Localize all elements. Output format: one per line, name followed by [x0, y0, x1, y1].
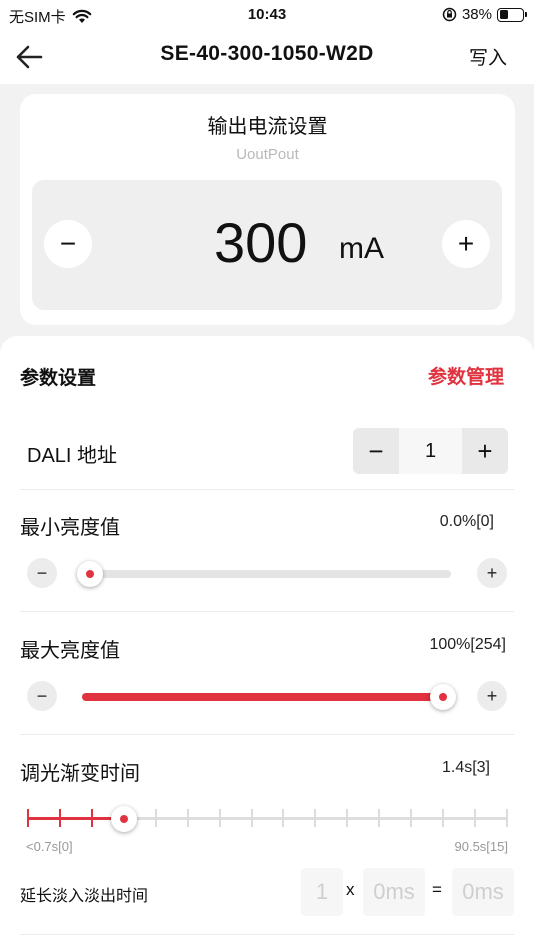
dim-fade-tick [506, 809, 508, 827]
max-brightness-slider[interactable] [82, 693, 451, 701]
dim-fade-max-label: 90.5s[15] [454, 839, 509, 854]
dim-fade-tick [314, 809, 317, 827]
battery-fill [499, 10, 508, 19]
max-brightness-value: 100%[254] [429, 636, 506, 653]
dim-fade-tick [58, 809, 61, 827]
params-sheet: 参数设置 参数管理 DALI 地址 − 1 + 最小亮度值 0.0%[0] − … [0, 336, 534, 950]
extended-fade-times: x [346, 880, 355, 899]
battery-icon [497, 7, 527, 22]
dim-fade-handle[interactable] [110, 806, 137, 832]
extended-fade-result: 0ms [452, 868, 514, 916]
dim-fade-tick [474, 809, 477, 827]
output-current-subtitle: UoutPout [236, 146, 299, 163]
dim-fade-slider[interactable] [28, 817, 507, 820]
dim-fade-value: 1.4s[3] [441, 759, 490, 776]
dim-fade-tick [27, 809, 29, 827]
dali-address-stepper: − 1 + [353, 428, 508, 474]
min-brightness-handle[interactable] [77, 561, 103, 587]
dim-fade-tick [442, 809, 445, 827]
min-brightness-decrease-button[interactable]: − [27, 558, 57, 588]
divider [20, 734, 514, 735]
dali-increase-button[interactable]: + [462, 428, 508, 474]
battery-percent: 38% [461, 6, 492, 23]
dim-fade-tick [90, 809, 93, 827]
extended-fade-base[interactable]: 0ms [363, 868, 425, 916]
extended-fade-multiplier[interactable]: 1 [301, 868, 343, 916]
params-header: 参数设置 [20, 368, 97, 389]
dim-fade-tick [154, 809, 157, 827]
current-increase-button[interactable]: + [442, 220, 490, 268]
extended-fade-equals: = [432, 880, 442, 899]
divider [20, 934, 514, 935]
dim-fade-label: 调光渐变时间 [20, 763, 140, 785]
dim-fade-progress [28, 817, 124, 820]
max-brightness-handle[interactable] [430, 684, 456, 710]
max-brightness-progress [82, 693, 451, 701]
dim-fade-tick [346, 809, 349, 827]
status-right: 38% [442, 6, 527, 23]
max-brightness-increase-button[interactable]: + [477, 681, 507, 711]
dali-address-value[interactable]: 1 [399, 428, 462, 474]
status-bar: 无SIM卡 10:43 38% [0, 0, 534, 30]
extended-fade-label: 延长淡入淡出时间 [20, 888, 149, 905]
dim-fade-tick [282, 809, 285, 827]
divider [20, 489, 514, 490]
dali-decrease-button[interactable]: − [353, 428, 399, 474]
current-decrease-button[interactable]: − [44, 220, 92, 268]
rotation-lock-icon [442, 7, 457, 22]
nav-bar: SE-40-300-1050-W2D 写入 [0, 30, 534, 84]
current-unit: mA [339, 232, 384, 265]
min-brightness-slider[interactable] [82, 570, 451, 578]
dali-address-label: DALI 地址 [27, 445, 118, 467]
page-title: SE-40-300-1050-W2D [160, 42, 374, 65]
max-brightness-label: 最大亮度值 [20, 640, 120, 662]
min-brightness-label: 最小亮度值 [20, 517, 120, 539]
current-value: 300 [214, 211, 308, 274]
output-current-title: 输出电流设置 [207, 116, 328, 138]
divider [20, 611, 514, 612]
min-brightness-increase-button[interactable]: + [477, 558, 507, 588]
dim-fade-min-label: <0.7s[0] [26, 839, 73, 854]
output-current-box: − 300 mA + [32, 180, 502, 310]
dim-fade-tick [218, 809, 221, 827]
dim-fade-tick [378, 809, 381, 827]
dim-fade-tick [250, 809, 253, 827]
max-brightness-decrease-button[interactable]: − [27, 681, 57, 711]
params-manage-button[interactable]: 参数管理 [428, 362, 504, 389]
write-button[interactable]: 写入 [469, 43, 507, 70]
output-current-card: 输出电流设置 UoutPout − 300 mA + [20, 94, 515, 325]
dim-fade-tick [410, 809, 413, 827]
dim-fade-tick [186, 809, 189, 827]
min-brightness-value: 0.0%[0] [439, 513, 494, 530]
